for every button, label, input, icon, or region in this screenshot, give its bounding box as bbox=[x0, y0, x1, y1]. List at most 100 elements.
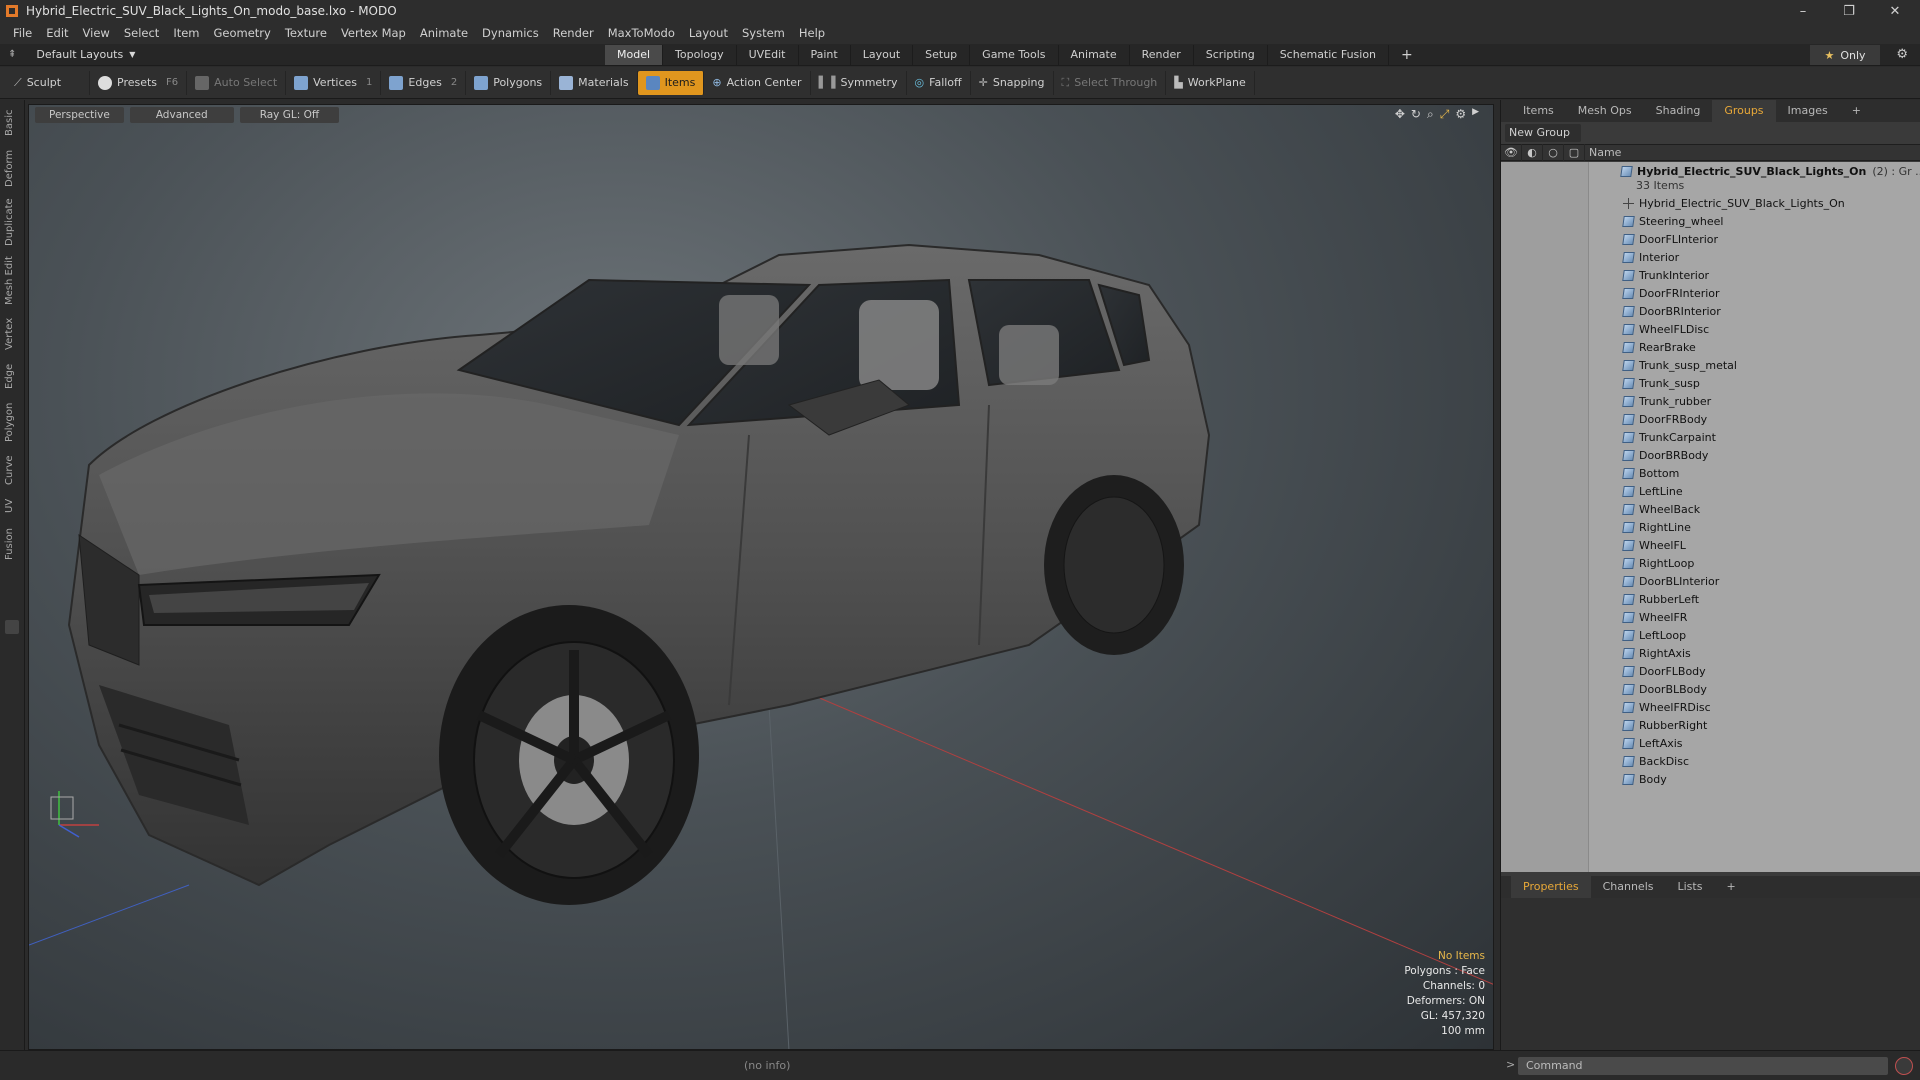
column-name-header[interactable]: Name bbox=[1585, 146, 1621, 159]
fit-icon[interactable]: ⤢ bbox=[1440, 107, 1450, 122]
vtab-basic[interactable]: Basic bbox=[4, 106, 20, 140]
list-item[interactable]: TrunkCarpaint bbox=[1622, 428, 1716, 446]
tab-setup[interactable]: Setup bbox=[913, 45, 971, 65]
layout-selector[interactable]: ⇞ Default Layouts ▼ bbox=[8, 48, 135, 61]
list-item[interactable]: WheelFRDisc bbox=[1622, 698, 1711, 716]
menu-layout[interactable]: Layout bbox=[682, 22, 735, 44]
rotate-icon[interactable]: ↻ bbox=[1411, 107, 1421, 122]
list-item[interactable]: RubberRight bbox=[1622, 716, 1707, 734]
only-button[interactable]: ★ Only bbox=[1810, 45, 1880, 65]
list-item[interactable]: RearBrake bbox=[1622, 338, 1696, 356]
list-item[interactable]: Trunk_rubber bbox=[1622, 392, 1711, 410]
action-center-button[interactable]: ⊕ Action Center bbox=[704, 70, 811, 95]
workplane-button[interactable]: ▙ WorkPlane bbox=[1166, 70, 1255, 95]
vtab-uv[interactable]: UV bbox=[4, 494, 20, 518]
list-item[interactable]: DoorFLBody bbox=[1622, 662, 1706, 680]
vertices-button[interactable]: Vertices 1 bbox=[286, 70, 382, 95]
close-button[interactable]: ✕ bbox=[1872, 0, 1918, 22]
list-item[interactable]: WheelFL bbox=[1622, 536, 1686, 554]
list-item[interactable]: DoorBRInterior bbox=[1622, 302, 1721, 320]
symmetry-button[interactable]: ▌▐ Symmetry bbox=[811, 70, 907, 95]
tab-items[interactable]: Items bbox=[1511, 100, 1566, 122]
list-item[interactable]: DoorFRBody bbox=[1622, 410, 1707, 428]
menu-animate[interactable]: Animate bbox=[413, 22, 475, 44]
list-item[interactable]: LeftAxis bbox=[1622, 734, 1683, 752]
tab-properties[interactable]: Properties bbox=[1511, 876, 1591, 898]
lock-icon[interactable]: ○ bbox=[1543, 144, 1564, 161]
snapping-button[interactable]: ✛ Snapping bbox=[971, 70, 1054, 95]
tab-model[interactable]: Model bbox=[605, 45, 664, 65]
vtab-polygon[interactable]: Polygon bbox=[4, 398, 20, 446]
list-item[interactable]: DoorBRBody bbox=[1622, 446, 1708, 464]
list-item[interactable]: DoorFLInterior bbox=[1622, 230, 1718, 248]
tab-layout[interactable]: Layout bbox=[851, 45, 914, 65]
list-item[interactable]: DoorFRInterior bbox=[1622, 284, 1720, 302]
command-history-button[interactable] bbox=[1895, 1057, 1913, 1075]
tab-groups[interactable]: Groups bbox=[1712, 100, 1776, 122]
3d-viewport[interactable]: Perspective Advanced Ray GL: Off ✥ ↻ ⌕ ⤢… bbox=[28, 104, 1494, 1050]
viewport-gear-icon[interactable]: ⚙ bbox=[1455, 107, 1466, 122]
panel-toggle-button[interactable] bbox=[5, 620, 19, 634]
tab-topology[interactable]: Topology bbox=[663, 45, 737, 65]
auto-select-button[interactable]: Auto Select bbox=[187, 70, 287, 95]
items-button[interactable]: Items bbox=[637, 70, 705, 95]
menu-system[interactable]: System bbox=[735, 22, 792, 44]
list-item[interactable]: WheelFLDisc bbox=[1622, 320, 1709, 338]
select-through-button[interactable]: ⛶ Select Through bbox=[1054, 70, 1167, 95]
list-item[interactable]: RubberLeft bbox=[1622, 590, 1699, 608]
presets-button[interactable]: Presets F6 bbox=[90, 70, 188, 95]
vtab-duplicate[interactable]: Duplicate bbox=[4, 196, 20, 248]
menu-vertex-map[interactable]: Vertex Map bbox=[334, 22, 413, 44]
menu-maxtomodo[interactable]: MaxToModo bbox=[601, 22, 682, 44]
list-item[interactable]: RightLine bbox=[1622, 518, 1691, 536]
pan-icon[interactable]: ✥ bbox=[1395, 107, 1405, 122]
tab-lists[interactable]: Lists bbox=[1666, 876, 1715, 898]
ray-gl-button[interactable]: Ray GL: Off bbox=[239, 107, 340, 123]
list-item[interactable]: WheelFR bbox=[1622, 608, 1687, 626]
vtab-edge[interactable]: Edge bbox=[4, 360, 20, 392]
tab-schematic-fusion[interactable]: Schematic Fusion bbox=[1268, 45, 1390, 65]
falloff-button[interactable]: ◎ Falloff bbox=[907, 70, 971, 95]
menu-item[interactable]: Item bbox=[166, 22, 206, 44]
menu-help[interactable]: Help bbox=[792, 22, 832, 44]
vtab-deform[interactable]: Deform bbox=[4, 146, 20, 190]
menu-view[interactable]: View bbox=[76, 22, 117, 44]
menu-texture[interactable]: Texture bbox=[278, 22, 334, 44]
list-item[interactable]: DoorBLInterior bbox=[1622, 572, 1719, 590]
list-item[interactable]: LeftLoop bbox=[1622, 626, 1686, 644]
list-item[interactable]: Interior bbox=[1622, 248, 1679, 266]
add-panel-tab-button[interactable]: + bbox=[1840, 100, 1873, 122]
tab-uvedit[interactable]: UVEdit bbox=[737, 45, 799, 65]
edges-button[interactable]: Edges 2 bbox=[381, 70, 467, 95]
list-item[interactable]: DoorBLBody bbox=[1622, 680, 1707, 698]
restore-button[interactable]: ❐ bbox=[1826, 0, 1872, 22]
visibility-eye-icon[interactable]: 👁 bbox=[1501, 144, 1522, 161]
tab-animate[interactable]: Animate bbox=[1059, 45, 1130, 65]
vtab-vertex[interactable]: Vertex bbox=[4, 314, 20, 354]
expand-arrow-icon[interactable]: ▶ bbox=[1472, 107, 1479, 122]
tab-game-tools[interactable]: Game Tools bbox=[970, 45, 1059, 65]
tab-images[interactable]: Images bbox=[1776, 100, 1840, 122]
tab-paint[interactable]: Paint bbox=[799, 45, 851, 65]
vtab-fusion[interactable]: Fusion bbox=[4, 524, 20, 564]
list-item[interactable]: RightAxis bbox=[1622, 644, 1691, 662]
list-item[interactable]: RightLoop bbox=[1622, 554, 1694, 572]
list-item[interactable]: Body bbox=[1622, 770, 1667, 788]
menu-dynamics[interactable]: Dynamics bbox=[475, 22, 546, 44]
list-item[interactable]: Trunk_susp_metal bbox=[1622, 356, 1737, 374]
list-item[interactable]: BackDisc bbox=[1622, 752, 1689, 770]
list-item[interactable]: WheelBack bbox=[1622, 500, 1700, 518]
menu-edit[interactable]: Edit bbox=[39, 22, 75, 44]
tab-render[interactable]: Render bbox=[1130, 45, 1194, 65]
materials-button[interactable]: Materials bbox=[551, 70, 638, 95]
menu-render[interactable]: Render bbox=[546, 22, 601, 44]
sculpt-button[interactable]: ⟋ Sculpt bbox=[6, 70, 90, 95]
shading-mode-button[interactable]: Advanced bbox=[129, 107, 234, 123]
select-icon[interactable]: ▢ bbox=[1564, 144, 1585, 161]
list-item[interactable]: Hybrid_Electric_SUV_Black_Lights_On bbox=[1623, 194, 1845, 212]
list-item[interactable]: LeftLine bbox=[1622, 482, 1683, 500]
view-mode-button[interactable]: Perspective bbox=[35, 107, 124, 123]
gear-icon[interactable]: ⚙ bbox=[1896, 47, 1908, 62]
menu-select[interactable]: Select bbox=[117, 22, 166, 44]
list-item[interactable]: Bottom bbox=[1622, 464, 1679, 482]
